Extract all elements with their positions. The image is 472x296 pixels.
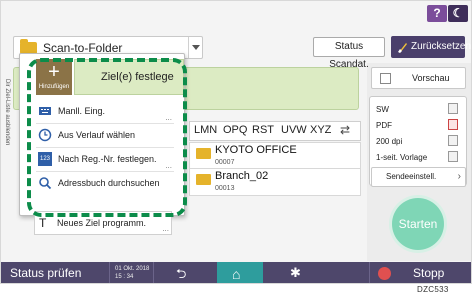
folder-icon — [196, 148, 211, 159]
eraser-icon — [398, 43, 407, 53]
home-icon: ⌂ — [232, 266, 241, 282]
preview-label: Vorschau — [412, 73, 450, 83]
menu-item-label: Manll. Eing. — [58, 106, 106, 116]
destination-item[interactable]: Branch_02 00013 — [189, 168, 361, 196]
tab-uvw[interactable]: UVW — [281, 124, 307, 136]
destination-item[interactable]: KYOTO OFFICE 00007 — [189, 142, 361, 170]
preview-checkbox[interactable]: Vorschau — [371, 67, 466, 89]
screen: ? ☾ Scan-to-Folder Status Scandat. Zurüc… — [0, 0, 472, 284]
resolution-value: 200 dpi — [376, 137, 403, 146]
stop-icon[interactable] — [378, 267, 391, 280]
chevron-down-icon — [192, 45, 200, 50]
color-mode-icon — [448, 103, 458, 114]
figure-code: DZC533 — [417, 285, 449, 294]
more-indicator: ... — [162, 224, 169, 233]
more-indicator: ... — [165, 113, 172, 122]
side-tab-label: Dir Ziel-Liste ausblenden — [4, 79, 10, 146]
send-settings-label: Sendeeinstell. — [386, 172, 437, 181]
date: 01 Okt. 2018 — [115, 266, 150, 272]
stop-button[interactable]: Stopp — [413, 266, 444, 280]
tab-opq[interactable]: OPQ — [223, 124, 247, 136]
menu-item-label: Adressbuch durchsuchen — [58, 178, 160, 188]
gear-icon[interactable]: ✱ — [290, 265, 301, 281]
add-button[interactable]: + Hinzufügen — [36, 59, 72, 95]
new-destination-icon: T — [39, 216, 47, 230]
color-mode-value: SW — [376, 105, 389, 114]
dropdown-toggle[interactable] — [188, 37, 202, 58]
system-bar: Status prüfen 01 Okt. 2018 15 : 34 ⮌ ⌂ ✱… — [1, 262, 471, 283]
set-destination-button[interactable]: Ziel(e) festlege — [74, 59, 184, 95]
destination-name: Branch_02 — [215, 170, 269, 182]
divider — [109, 262, 110, 283]
program-new-destination-button[interactable]: T Neues Ziel programm. ... — [34, 211, 172, 235]
tab-lmn[interactable]: LMN — [194, 124, 217, 136]
menu-item-search-addressbook[interactable]: Adressbuch durchsuchen — [36, 172, 174, 196]
add-label: Hinzufügen — [38, 84, 70, 90]
night-mode-button[interactable]: ☾ — [448, 5, 468, 22]
more-indicator: ... — [165, 161, 172, 170]
status-scan-button[interactable]: Status Scandat. — [313, 37, 385, 70]
chevron-right-icon: › — [457, 171, 461, 182]
switch-icon[interactable]: ⇄ — [340, 123, 350, 137]
pdf-icon — [448, 119, 458, 130]
original-icon — [448, 151, 458, 162]
menu-item-label: Aus Verlauf wählen — [58, 130, 136, 140]
original-type-value: 1-seit. Vorlage — [376, 153, 428, 162]
new-destination-label: Neues Ziel programm. — [57, 218, 147, 228]
file-type-value: PDF — [376, 121, 392, 130]
back-icon[interactable]: ⮌ — [176, 265, 186, 283]
number-icon: 123 — [38, 152, 52, 166]
folder-icon — [196, 174, 211, 185]
keyboard-icon — [39, 107, 51, 115]
destination-number: 00013 — [215, 185, 235, 192]
menu-item-manual-entry[interactable]: Manll. Eing. ... — [36, 100, 174, 124]
reset-button[interactable]: Zurücksetzen — [391, 36, 471, 58]
check-status-button[interactable]: Status prüfen — [10, 266, 81, 280]
destination-name: KYOTO OFFICE — [215, 144, 297, 156]
destination-number: 00007 — [215, 159, 235, 166]
home-button[interactable]: ⌂ — [217, 262, 263, 283]
resolution-icon — [448, 135, 458, 146]
menu-item-registration-number[interactable]: 123 Nach Reg.-Nr. festlegen. ... — [36, 148, 174, 172]
time: 15 : 34 — [115, 274, 134, 280]
divider — [153, 262, 154, 283]
add-destination-menu: + Hinzufügen Ziel(e) festlege Manll. Ein… — [19, 53, 185, 216]
alphabet-tabs: LMN OPQ RST UVW XYZ ⇄ — [189, 121, 361, 141]
checkbox-icon — [380, 73, 391, 84]
menu-item-label: Nach Reg.-Nr. festlegen. — [58, 154, 157, 164]
tab-rst[interactable]: RST — [252, 124, 274, 136]
plus-icon: + — [48, 61, 60, 83]
menu-item-history[interactable]: Aus Verlauf wählen — [36, 124, 174, 148]
start-button[interactable]: Starten — [392, 198, 444, 250]
search-icon — [39, 177, 52, 190]
send-settings-button[interactable]: Sendeeinstell. › — [371, 167, 466, 187]
clock-icon — [38, 128, 52, 142]
tab-xyz[interactable]: XYZ — [310, 124, 331, 136]
hide-destination-list-tab[interactable]: Dir Ziel-Liste ausblenden — [2, 67, 13, 207]
divider — [369, 262, 370, 283]
help-button[interactable]: ? — [427, 5, 447, 22]
reset-label: Zurücksetzen — [411, 41, 472, 52]
date-time: 01 Okt. 2018 15 : 34 — [115, 265, 149, 281]
